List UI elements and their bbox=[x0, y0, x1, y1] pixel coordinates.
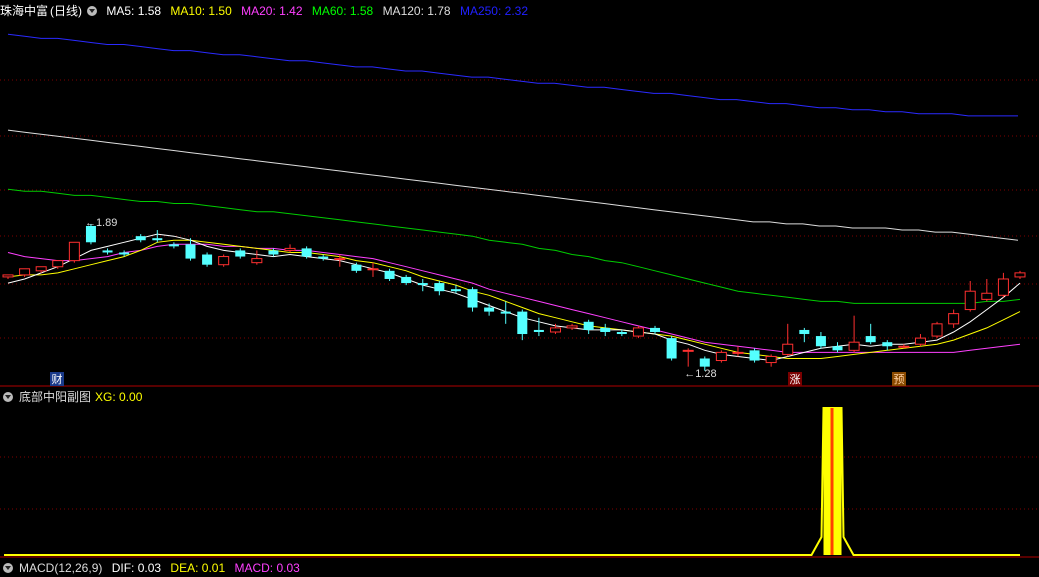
period-label[interactable]: (日线) bbox=[50, 4, 82, 18]
candle-body bbox=[135, 236, 146, 241]
candle-body bbox=[931, 323, 943, 337]
low-price-label: ←1.28 bbox=[684, 368, 716, 380]
candle-body bbox=[782, 343, 794, 355]
candle-body bbox=[351, 264, 362, 271]
main-panel-header: 珠海中富 (日线) MA5: 1.58 MA10: 1.50 MA20: 1.42… bbox=[0, 2, 534, 20]
candle-body bbox=[318, 256, 329, 259]
candle-body bbox=[533, 329, 544, 332]
macd-label: MACD: 0.03 bbox=[234, 561, 300, 575]
candle-body bbox=[765, 355, 777, 364]
candle-body bbox=[865, 336, 876, 343]
candle-body bbox=[650, 327, 661, 332]
candle-body bbox=[185, 244, 196, 259]
candle-body bbox=[434, 283, 445, 292]
candle-body bbox=[632, 327, 644, 337]
candle-body bbox=[119, 252, 130, 255]
stock-name[interactable]: 珠海中富 bbox=[0, 4, 48, 18]
ma120-line bbox=[7, 129, 1019, 241]
candle-body bbox=[981, 292, 993, 300]
ma10-label: MA10: 1.50 bbox=[170, 4, 232, 18]
marker-orange-text: 预 bbox=[894, 373, 905, 386]
candle-body bbox=[500, 311, 511, 314]
candle-body bbox=[334, 258, 346, 261]
candle-body bbox=[484, 307, 495, 312]
candle-body bbox=[301, 248, 312, 257]
sub-indicator-menu-icon[interactable] bbox=[3, 391, 13, 402]
candle-body bbox=[517, 311, 528, 335]
xg-signal-line bbox=[4, 407, 1020, 556]
ma120-label: MA120: 1.78 bbox=[382, 4, 451, 18]
ma5-label: MA5: 1.58 bbox=[106, 4, 162, 18]
candle-body bbox=[749, 350, 760, 361]
candle-body bbox=[583, 321, 594, 330]
candle-body bbox=[401, 276, 412, 284]
dif-label: DIF: 0.03 bbox=[111, 561, 162, 575]
candle-body bbox=[549, 327, 561, 333]
candle-body bbox=[102, 250, 113, 253]
xg-label: XG: 0.00 bbox=[95, 390, 143, 404]
candle-body bbox=[384, 270, 395, 279]
candle-body bbox=[882, 342, 893, 347]
candle-body bbox=[450, 289, 461, 292]
candle-body bbox=[218, 256, 230, 266]
chart-canvas[interactable]: ←1.89 ←1.28 财 涨 预 bbox=[0, 0, 1039, 567]
marker-red-text: 涨 bbox=[790, 373, 801, 386]
candle-body bbox=[666, 338, 677, 359]
candle-body bbox=[799, 329, 810, 335]
stock-chart[interactable]: ←1.89 ←1.28 财 涨 预 珠海中富 (日线) MA5: 1.58 MA10: 1… bbox=[0, 0, 1039, 575]
candle-body bbox=[152, 238, 163, 241]
candle-body bbox=[997, 278, 1009, 296]
candle-body bbox=[52, 260, 64, 268]
ma20-label: MA20: 1.42 bbox=[241, 4, 303, 18]
candle-body bbox=[566, 325, 578, 329]
candle-body bbox=[467, 289, 478, 308]
macd-menu-icon[interactable] bbox=[3, 562, 13, 573]
candle-body bbox=[19, 268, 31, 276]
macd-panel-header: MACD(12,26,9) DIF: 0.03 DEA: 0.01 MACD: … bbox=[0, 559, 306, 577]
candle-body bbox=[417, 283, 428, 286]
sub-panel-title[interactable]: 底部中阳副图 bbox=[19, 390, 91, 404]
indicator-menu-icon[interactable] bbox=[87, 5, 98, 16]
high-price-label: ←1.89 bbox=[85, 217, 117, 229]
ma250-line bbox=[7, 33, 1018, 117]
candle-body bbox=[600, 327, 611, 332]
sub-panel-header: 底部中阳副图 XG: 0.00 bbox=[0, 388, 148, 406]
candle-body bbox=[964, 290, 976, 311]
candle-body bbox=[284, 247, 296, 251]
ma250-label: MA250: 2.32 bbox=[459, 4, 528, 18]
candle-body bbox=[699, 358, 710, 367]
candle-body bbox=[914, 337, 926, 345]
candle-body bbox=[815, 336, 826, 347]
ma60-label: MA60: 1.58 bbox=[311, 4, 374, 18]
candle-body bbox=[948, 313, 960, 325]
macd-title[interactable]: MACD(12,26,9) bbox=[19, 561, 102, 575]
candle-body bbox=[35, 266, 47, 272]
candle-body bbox=[367, 268, 379, 271]
candle-body bbox=[848, 341, 860, 351]
candle-body bbox=[1014, 272, 1026, 278]
candle-body bbox=[235, 250, 246, 257]
candle-body bbox=[68, 241, 80, 262]
candle-body bbox=[732, 351, 744, 354]
candle-body bbox=[682, 349, 694, 352]
candle-body bbox=[2, 274, 14, 278]
candle-body bbox=[251, 258, 263, 264]
marker-blue-text: 财 bbox=[52, 372, 63, 386]
xg-signal-core bbox=[830, 408, 834, 555]
candle-body bbox=[898, 345, 910, 348]
candle-body bbox=[832, 346, 843, 351]
candle-body bbox=[616, 331, 627, 335]
dea-label: DEA: 0.01 bbox=[170, 561, 226, 575]
candle-body bbox=[202, 254, 213, 265]
candle-body bbox=[268, 250, 279, 255]
candle-body bbox=[168, 244, 179, 247]
candle-body bbox=[715, 351, 727, 362]
